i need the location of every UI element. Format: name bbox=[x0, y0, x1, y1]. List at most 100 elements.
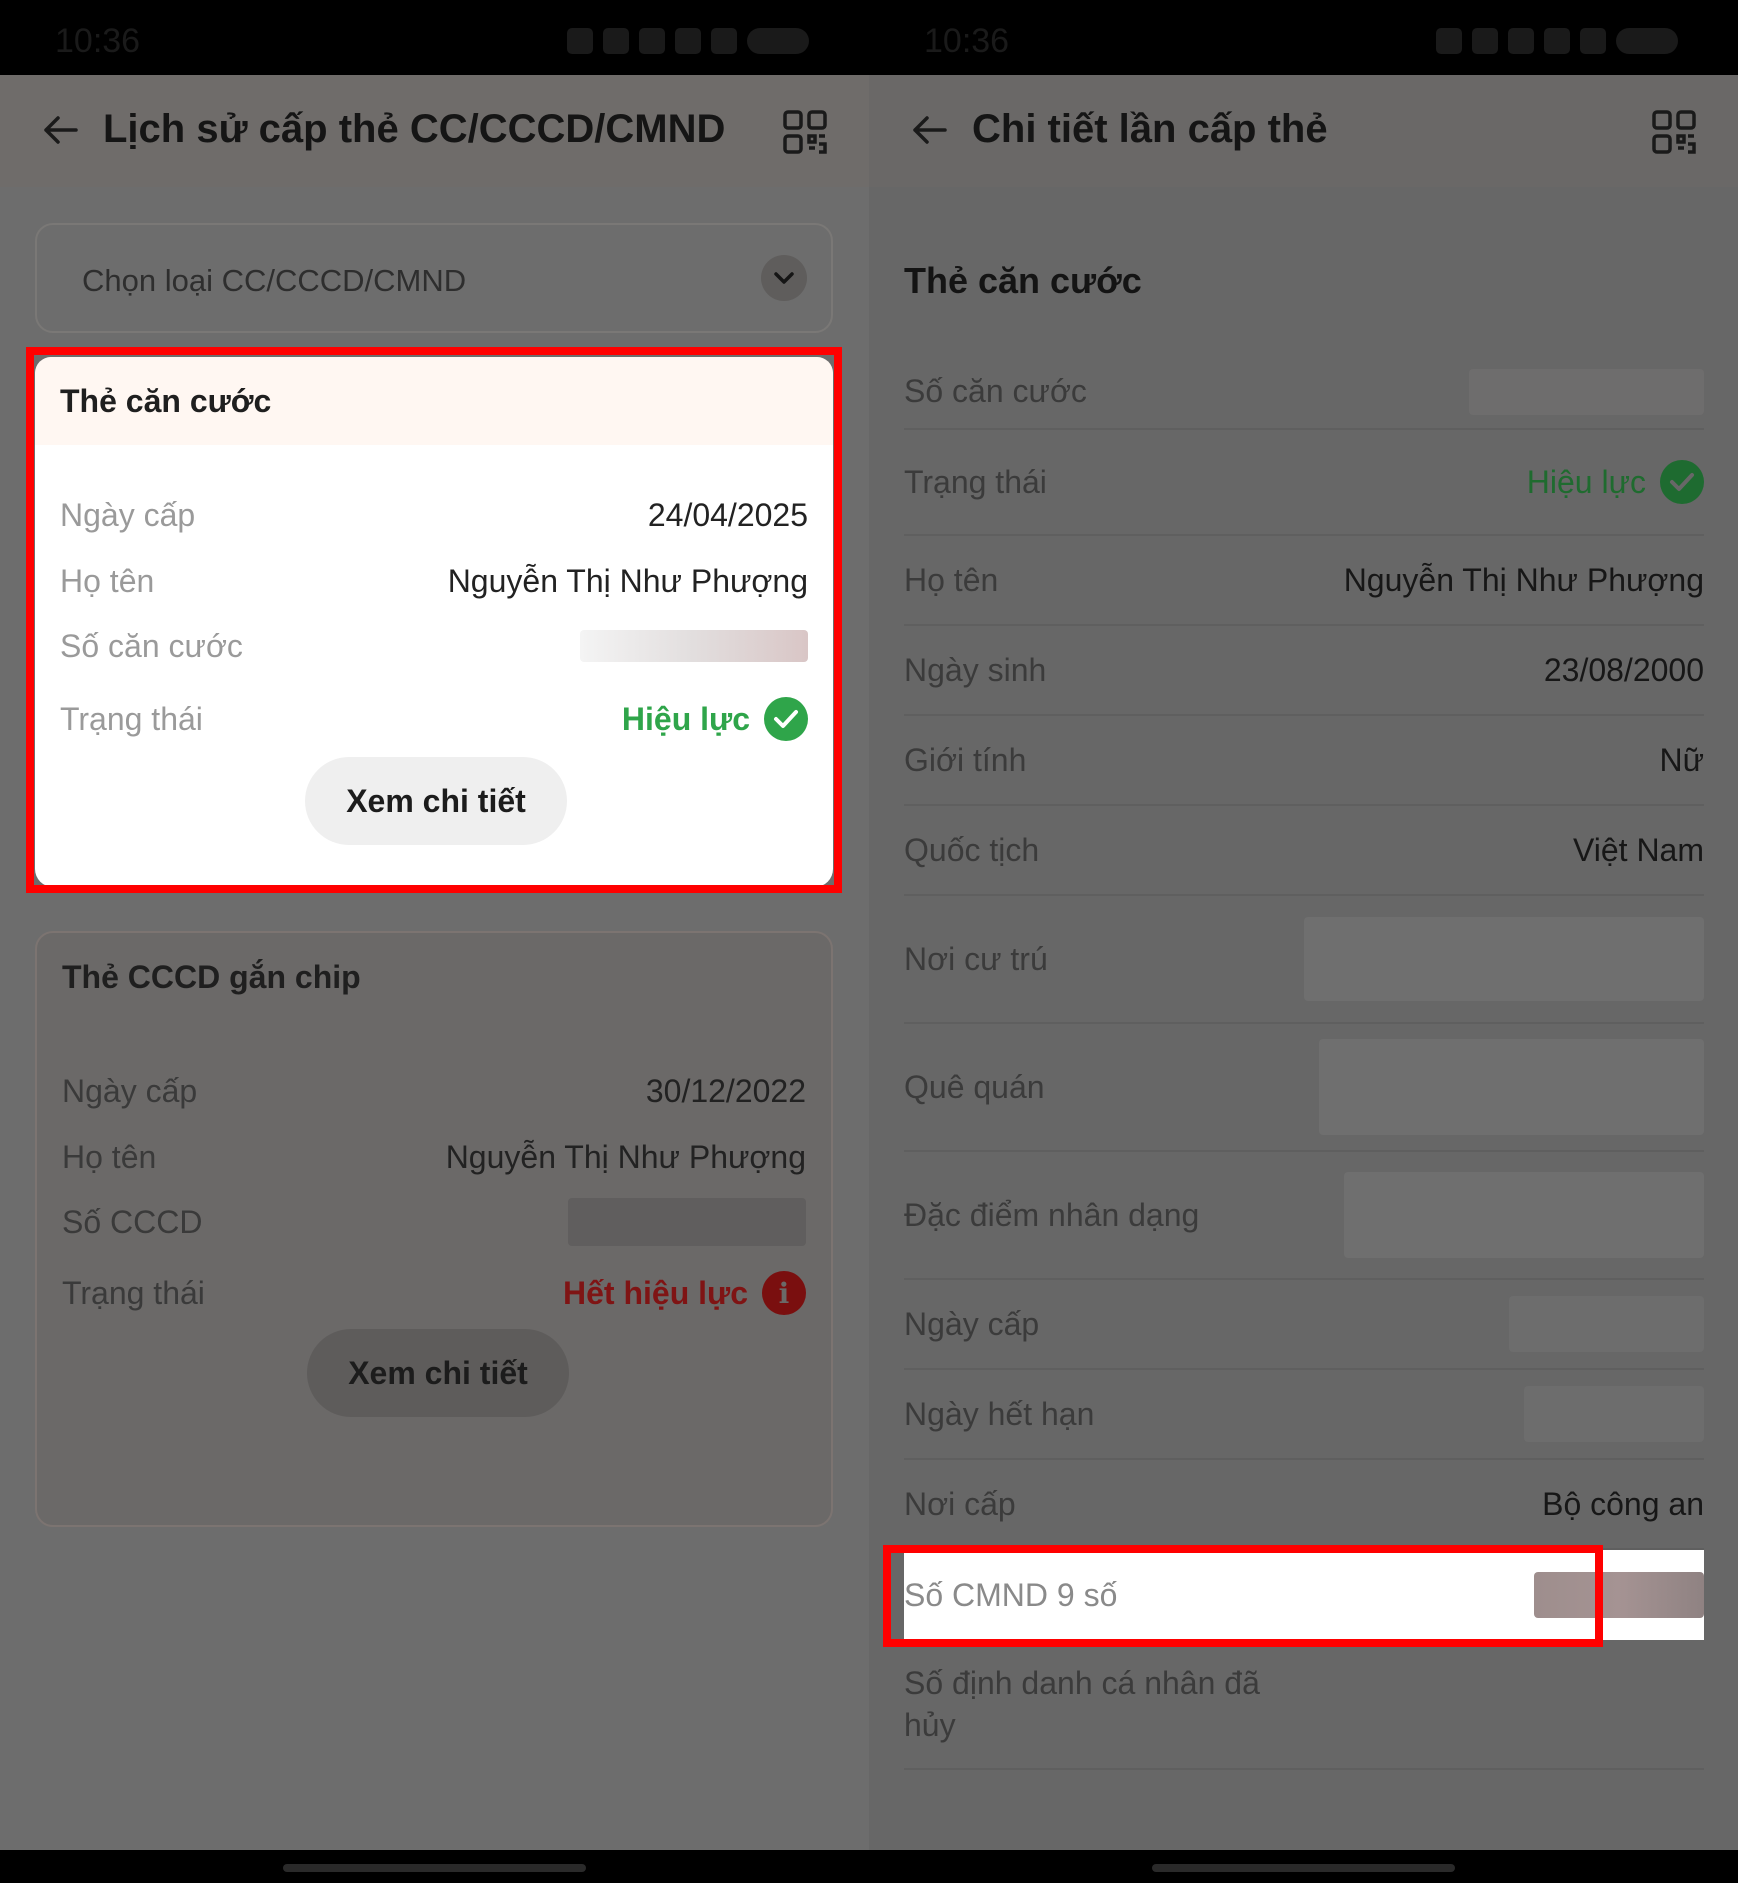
detail-row-expiry-date: Ngày hết hạn bbox=[904, 1370, 1704, 1460]
app-bar: Chi tiết lần cấp thẻ bbox=[869, 75, 1738, 187]
row-label: Trạng thái bbox=[904, 463, 1047, 500]
redacted-value bbox=[1509, 1296, 1704, 1352]
row-label: Số CMND 9 số bbox=[904, 1576, 1118, 1613]
redacted-value bbox=[1524, 1386, 1704, 1442]
status-bar: 10:36 bbox=[869, 0, 1738, 75]
row-label: Giới tính bbox=[904, 741, 1027, 778]
row-label: Trạng thái bbox=[62, 1274, 205, 1311]
row-value: Nữ bbox=[1659, 741, 1704, 778]
qr-code-icon[interactable] bbox=[783, 110, 827, 154]
app-bar: Lịch sử cấp thẻ CC/CCCD/CMND bbox=[0, 75, 869, 187]
heart-icon bbox=[567, 28, 593, 54]
location-icon bbox=[1508, 28, 1534, 54]
back-arrow-icon[interactable] bbox=[40, 110, 80, 150]
view-detail-button[interactable]: Xem chi tiết bbox=[305, 757, 567, 845]
detail-row-dob: Ngày sinh 23/08/2000 bbox=[904, 626, 1704, 716]
issue-date-row: Ngày cấp 24/04/2025 bbox=[60, 490, 808, 540]
mute-icon bbox=[1472, 28, 1498, 54]
id-card-item: Thẻ CCCD gắn chip Ngày cấp 30/12/2022 Họ… bbox=[35, 931, 833, 1527]
row-label: Đặc điểm nhân dạng bbox=[904, 1196, 1200, 1233]
detail-row-id-number: Số căn cước bbox=[904, 355, 1704, 430]
status-text: Hết hiệu lực bbox=[563, 1274, 748, 1311]
name-row: Họ tên Nguyễn Thị Như Phượng bbox=[60, 556, 808, 606]
row-label: Số căn cước bbox=[904, 373, 1087, 409]
heart-icon bbox=[1436, 28, 1462, 54]
row-label: Họ tên bbox=[60, 562, 155, 599]
row-label: Ngày cấp bbox=[60, 496, 196, 533]
battery-icon bbox=[1616, 28, 1678, 54]
card-title: Thẻ căn cước bbox=[35, 357, 833, 445]
back-arrow-icon[interactable] bbox=[909, 110, 949, 150]
history-screen: 10:36 Lịch sử cấp thẻ CC/CCCD/CMND Chọn … bbox=[0, 0, 869, 1883]
redacted-value bbox=[1469, 368, 1704, 415]
screen-content: Lịch sử cấp thẻ CC/CCCD/CMND Chọn loại C… bbox=[0, 75, 869, 1850]
id-number-row: Số CCCD bbox=[62, 1197, 806, 1247]
home-indicator[interactable] bbox=[1152, 1864, 1455, 1872]
detail-screen: 10:36 Chi tiết lần cấp thẻ Thẻ căn cước … bbox=[869, 0, 1738, 1883]
info-circle-icon: i bbox=[762, 1271, 806, 1315]
status-text: Hiệu lực bbox=[1526, 463, 1646, 500]
signal-icon bbox=[1580, 28, 1606, 54]
row-value: Việt Nam bbox=[1572, 831, 1704, 868]
status-bar: 10:36 bbox=[0, 0, 869, 75]
nav-bar bbox=[0, 1850, 869, 1883]
row-label: Quê quán bbox=[904, 1068, 1045, 1105]
mute-icon bbox=[603, 28, 629, 54]
wifi-icon bbox=[1544, 28, 1570, 54]
redacted-value bbox=[1344, 1172, 1704, 1258]
row-label: Ngày sinh bbox=[904, 651, 1047, 688]
detail-row-residence: Nơi cư trú bbox=[904, 896, 1704, 1024]
home-indicator[interactable] bbox=[283, 1864, 586, 1872]
qr-code-icon[interactable] bbox=[1652, 110, 1696, 154]
screen-content: Chi tiết lần cấp thẻ Thẻ căn cước Số căn… bbox=[869, 75, 1738, 1850]
select-placeholder: Chọn loại CC/CCCD/CMND bbox=[82, 263, 467, 298]
nav-bar bbox=[869, 1850, 1738, 1883]
battery-icon bbox=[747, 28, 809, 54]
row-label: Số định danh cá nhân đã hủy bbox=[904, 1665, 1260, 1743]
row-label: Quốc tịch bbox=[904, 831, 1040, 868]
redacted-value bbox=[1304, 917, 1704, 1001]
status-badge: Hết hiệu lực i bbox=[563, 1271, 806, 1315]
row-label: Ngày cấp bbox=[62, 1072, 198, 1109]
row-value: 30/12/2022 bbox=[645, 1072, 806, 1109]
row-value: Nguyễn Thị Như Phượng bbox=[447, 562, 808, 599]
status-icons bbox=[1436, 28, 1678, 54]
page-title: Chi tiết lần cấp thẻ bbox=[972, 107, 1328, 151]
detail-row-issue-date: Ngày cấp bbox=[904, 1280, 1704, 1370]
redacted-value bbox=[580, 630, 808, 662]
card-type-select[interactable]: Chọn loại CC/CCCD/CMND bbox=[35, 223, 833, 333]
detail-row-status: Trạng thái Hiệu lực bbox=[904, 430, 1704, 536]
row-label: Họ tên bbox=[904, 561, 999, 598]
wifi-icon bbox=[675, 28, 701, 54]
detail-row-name: Họ tên Nguyễn Thị Như Phượng bbox=[904, 536, 1704, 626]
row-value: Nguyễn Thị Như Phượng bbox=[1343, 561, 1704, 598]
status-text: Hiệu lực bbox=[621, 700, 750, 737]
detail-row-gender: Giới tính Nữ bbox=[904, 716, 1704, 806]
row-label: Ngày cấp bbox=[904, 1305, 1040, 1342]
location-icon bbox=[639, 28, 665, 54]
row-label: Nơi cấp bbox=[904, 1485, 1016, 1522]
status-badge: Hiệu lực bbox=[1527, 460, 1704, 504]
detail-row-nationality: Quốc tịch Việt Nam bbox=[904, 806, 1704, 896]
status-time: 10:36 bbox=[55, 22, 141, 60]
status-icons bbox=[567, 28, 809, 54]
row-label: Họ tên bbox=[62, 1138, 157, 1175]
status-badge: Hiệu lực bbox=[622, 697, 808, 741]
detail-row-old-id: Số CMND 9 số bbox=[904, 1550, 1704, 1640]
row-value: Bộ công an bbox=[1542, 1485, 1704, 1522]
row-label: Số căn cước bbox=[60, 627, 243, 664]
redacted-value bbox=[1534, 1572, 1704, 1618]
signal-icon bbox=[711, 28, 737, 54]
row-label: Nơi cư trú bbox=[904, 940, 1048, 977]
name-row: Họ tên Nguyễn Thị Như Phượng bbox=[62, 1132, 806, 1182]
view-detail-button[interactable]: Xem chi tiết bbox=[307, 1329, 569, 1417]
id-card-item: Thẻ căn cước Ngày cấp 24/04/2025 Họ tên … bbox=[35, 357, 833, 887]
check-circle-icon bbox=[764, 697, 808, 741]
redacted-value bbox=[1319, 1039, 1704, 1135]
card-title: Thẻ CCCD gắn chip bbox=[62, 958, 361, 995]
redacted-value bbox=[568, 1198, 806, 1246]
chevron-down-icon bbox=[761, 255, 807, 301]
row-label: Số CCCD bbox=[62, 1203, 203, 1240]
section-title: Thẻ căn cước bbox=[904, 260, 1142, 301]
status-time: 10:36 bbox=[924, 22, 1010, 60]
